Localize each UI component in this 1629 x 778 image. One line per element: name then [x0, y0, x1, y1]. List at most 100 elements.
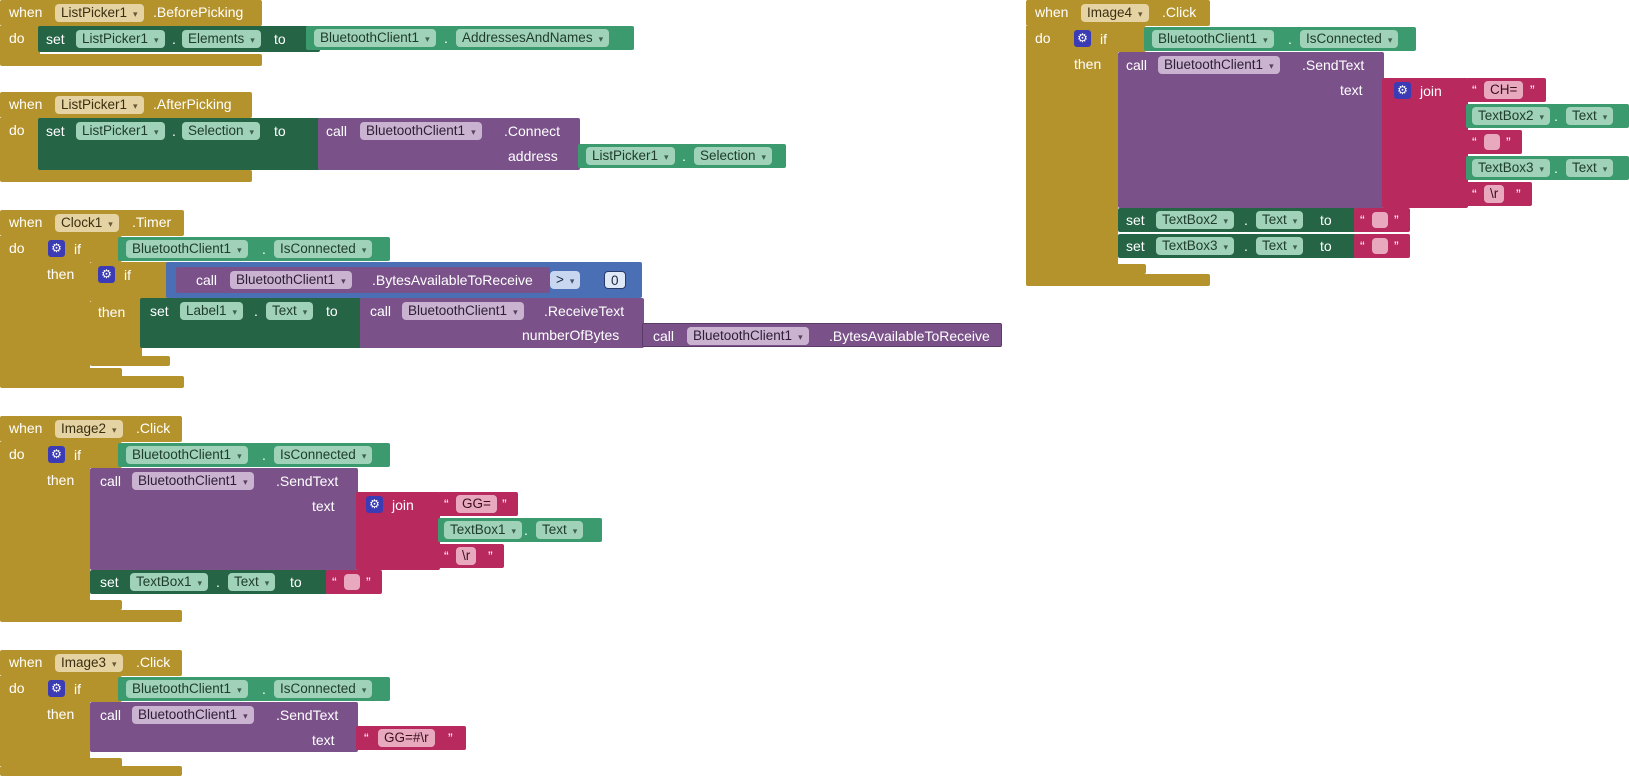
property-getter-block[interactable]: BluetoothClient1 ▾ . IsConnected ▾	[118, 237, 390, 261]
text-input[interactable]: GG=#\r	[378, 729, 435, 747]
operator-dropdown[interactable]: > ▾	[550, 271, 581, 289]
component-dropdown[interactable]: ListPicker1 ▾	[55, 96, 144, 114]
getter-component-dropdown[interactable]: BluetoothClient1 ▾	[314, 29, 436, 47]
set-property-dropdown[interactable]: Elements ▾	[182, 30, 261, 48]
getter-property-dropdown[interactable]: IsConnected ▾	[274, 446, 373, 464]
property-getter-block[interactable]: BluetoothClient1 ▾ . IsConnected ▾	[1144, 27, 1416, 51]
property-getter-block[interactable]: TextBox2 ▾ . Text ▾	[1466, 104, 1629, 128]
getter-component-dropdown[interactable]: BluetoothClient1 ▾	[126, 680, 248, 698]
mutator-gear-icon[interactable]: ⚙	[1074, 30, 1091, 47]
getter-property-dropdown[interactable]: AddressesAndNames ▾	[456, 29, 610, 47]
set-component-dropdown[interactable]: TextBox1 ▾	[130, 573, 209, 591]
mutator-gear-icon[interactable]: ⚙	[1394, 82, 1411, 99]
call-component-dropdown[interactable]: BluetoothClient1 ▾	[230, 271, 352, 289]
component-dropdown[interactable]: Image2 ▾	[55, 420, 123, 438]
getter-property-dropdown[interactable]: IsConnected ▾	[274, 680, 373, 698]
getter-property-dropdown[interactable]: Text ▾	[536, 521, 584, 539]
mutator-gear-icon[interactable]: ⚙	[98, 266, 115, 283]
method-call-block[interactable]: call BluetoothClient1 ▾ .BytesAvailableTo…	[176, 267, 550, 293]
component-dropdown[interactable]: Image3 ▾	[55, 654, 123, 672]
getter-component-dropdown[interactable]: TextBox2 ▾	[1472, 107, 1551, 125]
call-component-dropdown[interactable]: BluetoothClient1 ▾	[687, 327, 809, 345]
empty-text-block[interactable]: “ ”	[326, 570, 382, 594]
number-input[interactable]: 0	[604, 271, 626, 289]
getter-property-dropdown[interactable]: Selection ▾	[694, 147, 773, 165]
property-getter-block[interactable]: BluetoothClient1 ▾ . IsConnected ▾	[118, 677, 390, 701]
getter-component-dropdown[interactable]: BluetoothClient1 ▾	[126, 446, 248, 464]
getter-property-dropdown[interactable]: Text ▾	[1566, 107, 1614, 125]
set-block[interactable]: set TextBox2 ▾ . Text ▾ to	[1118, 208, 1356, 232]
empty-text-block[interactable]: “ ”	[1354, 234, 1410, 258]
property-getter-block[interactable]: BluetoothClient1 ▾ . IsConnected ▾	[118, 443, 390, 467]
property-getter-block[interactable]: TextBox3 ▾ . Text ▾	[1466, 156, 1629, 180]
getter-property-dropdown[interactable]: IsConnected ▾	[1300, 30, 1399, 48]
set-property-dropdown[interactable]: Text ▾	[1256, 237, 1304, 255]
getter-property-dropdown[interactable]: Text ▾	[1566, 159, 1614, 177]
mutator-gear-icon[interactable]: ⚙	[48, 680, 65, 697]
set-component-dropdown[interactable]: TextBox3 ▾	[1156, 237, 1235, 255]
getter-component-dropdown[interactable]: ListPicker1 ▾	[586, 147, 675, 165]
empty-text-block[interactable]: “ ”	[1354, 208, 1410, 232]
method-call-block[interactable]: call BluetoothClient1 ▾ .SendText text	[90, 702, 358, 752]
text-input[interactable]	[1372, 212, 1388, 228]
getter-component-dropdown[interactable]: TextBox1 ▾	[444, 521, 523, 539]
set-block[interactable]: set Label1 ▾ . Text ▾ to	[140, 298, 362, 348]
call-component-dropdown[interactable]: BluetoothClient1 ▾	[360, 122, 482, 140]
set-component-dropdown[interactable]: ListPicker1 ▾	[76, 122, 165, 140]
text-string-block[interactable]: “ GG=#\r ”	[356, 726, 466, 750]
set-block[interactable]: set TextBox1 ▾ . Text ▾ to	[90, 570, 328, 594]
then-keyword: then	[47, 266, 75, 282]
text-input[interactable]: \r	[1484, 185, 1505, 203]
text-input[interactable]	[1484, 134, 1500, 150]
set-property-dropdown[interactable]: Selection ▾	[182, 122, 261, 140]
mutator-gear-icon[interactable]: ⚙	[48, 446, 65, 463]
text-string-block[interactable]: “ CH= ”	[1466, 78, 1546, 102]
set-component-dropdown[interactable]: ListPicker1 ▾	[76, 30, 165, 48]
join-block[interactable]: ⚙ join	[1382, 78, 1468, 208]
call-component-dropdown[interactable]: BluetoothClient1 ▾	[132, 706, 254, 724]
component-dropdown[interactable]: ListPicker1 ▾	[55, 4, 144, 22]
getter-component-dropdown[interactable]: BluetoothClient1 ▾	[126, 240, 248, 258]
set-component-dropdown[interactable]: Label1 ▾	[180, 302, 244, 320]
text-input[interactable]	[344, 574, 360, 590]
property-getter-block[interactable]: BluetoothClient1 ▾ . AddressesAndNames ▾	[306, 26, 634, 50]
method-call-block[interactable]: call BluetoothClient1 ▾ .BytesAvailableTo…	[642, 323, 1002, 347]
component-dropdown[interactable]: Clock1 ▾	[55, 214, 119, 232]
method-call-block[interactable]: call BluetoothClient1 ▾ .ReceiveText numb…	[360, 298, 644, 348]
call-component-dropdown[interactable]: BluetoothClient1 ▾	[132, 472, 254, 490]
text-input[interactable]	[1372, 238, 1388, 254]
text-input[interactable]: CH=	[1484, 81, 1524, 99]
join-block[interactable]: ⚙ join	[356, 492, 440, 570]
getter-component-dropdown[interactable]: TextBox3 ▾	[1472, 159, 1551, 177]
when-keyword: when	[9, 96, 43, 112]
set-property-dropdown[interactable]: Text ▾	[266, 302, 314, 320]
set-component-dropdown[interactable]: TextBox2 ▾	[1156, 211, 1235, 229]
set-property-dropdown[interactable]: Text ▾	[228, 573, 276, 591]
getter-component-dropdown[interactable]: BluetoothClient1 ▾	[1152, 30, 1274, 48]
text-input[interactable]: GG=	[456, 495, 497, 513]
component-dropdown[interactable]: Image4 ▾	[1081, 4, 1149, 22]
text-string-block[interactable]: “ \r ”	[438, 544, 504, 568]
mutator-gear-icon[interactable]: ⚙	[366, 496, 383, 513]
method-call-block[interactable]: call BluetoothClient1 ▾ .SendText text	[1118, 52, 1384, 208]
join-keyword: join	[392, 497, 414, 513]
method-call-block[interactable]: call BluetoothClient1 ▾ .SendText text	[90, 468, 358, 570]
call-component-dropdown[interactable]: BluetoothClient1 ▾	[402, 302, 524, 320]
method-call-block[interactable]: call BluetoothClient1 ▾ .Connect address	[318, 118, 580, 170]
call-component-dropdown[interactable]: BluetoothClient1 ▾	[1158, 56, 1280, 74]
property-getter-block[interactable]: TextBox1 ▾ . Text ▾	[438, 518, 602, 542]
event-name: .Click	[136, 420, 171, 436]
set-block[interactable]: set ListPicker1 ▾ . Elements ▾ to	[38, 26, 320, 52]
set-property-dropdown[interactable]: Text ▾	[1256, 211, 1304, 229]
property-getter-block[interactable]: ListPicker1 ▾ . Selection ▾	[578, 144, 786, 168]
getter-property-dropdown[interactable]: IsConnected ▾	[274, 240, 373, 258]
empty-text-block[interactable]: “ ”	[1466, 130, 1522, 154]
then-keyword: then	[47, 472, 75, 488]
set-block[interactable]: set TextBox3 ▾ . Text ▾ to	[1118, 234, 1356, 258]
text-string-block[interactable]: “ \r ”	[1466, 182, 1532, 206]
set-block[interactable]: set ListPicker1 ▾ . Selection ▾ to	[38, 118, 320, 170]
open-quote: “	[444, 548, 449, 564]
mutator-gear-icon[interactable]: ⚙	[48, 240, 65, 257]
text-string-block[interactable]: “ GG= ”	[438, 492, 518, 516]
text-input[interactable]: \r	[456, 547, 477, 565]
